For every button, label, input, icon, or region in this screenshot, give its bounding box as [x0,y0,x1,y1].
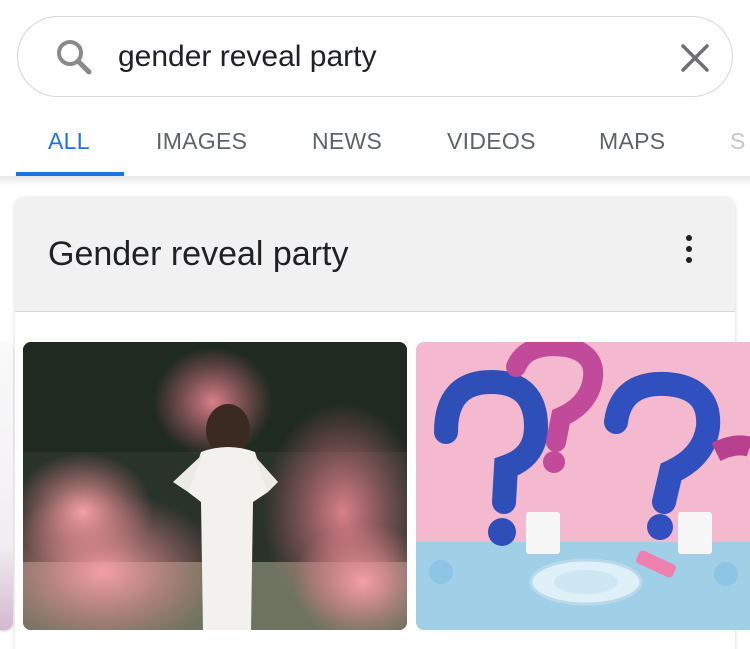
card-title: Gender reveal party [48,235,349,273]
tab-maps[interactable]: MAPS [599,128,665,155]
image-thumbnail-pink-smoke[interactable] [23,342,407,630]
tab-news[interactable]: NEWS [312,128,382,155]
search-input[interactable]: gender reveal party [118,39,377,75]
tab-all[interactable]: ALL [48,128,90,155]
image-thumbnail-partial[interactable] [0,342,13,630]
image-thumbnail-balloons[interactable] [416,342,750,630]
more-vert-icon[interactable] [681,233,697,265]
card-header: Gender reveal party [15,197,735,312]
tab-images[interactable]: IMAGES [156,128,247,155]
tabs-divider-shadow [0,176,750,186]
tab-videos[interactable]: VIDEOS [447,128,536,155]
tab-shopping-partial[interactable]: S [730,128,746,155]
search-tabs: ALL IMAGES NEWS VIDEOS MAPS S [0,112,750,178]
search-icon[interactable] [54,37,94,77]
close-icon[interactable] [678,41,712,75]
search-bar[interactable]: gender reveal party [17,16,733,97]
